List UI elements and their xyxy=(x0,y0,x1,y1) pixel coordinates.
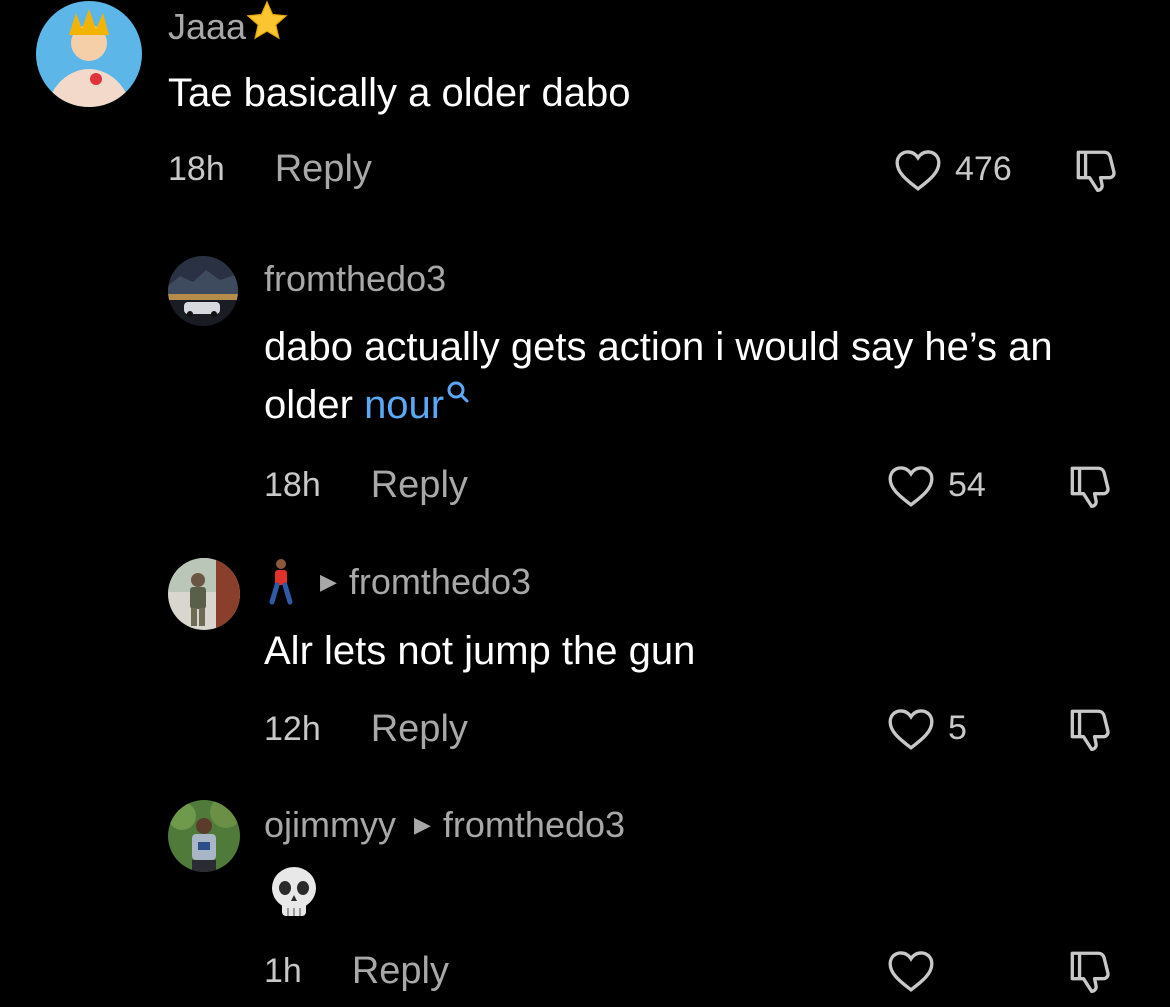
reply-to-username[interactable]: fromthedo3 xyxy=(443,804,625,846)
reply-to-username[interactable]: fromthedo3 xyxy=(349,561,531,603)
comment-timestamp: 12h xyxy=(264,710,321,748)
like-button[interactable]: 476 xyxy=(893,146,1012,192)
comment-timestamp: 18h xyxy=(168,150,225,188)
search-icon[interactable] xyxy=(446,380,470,406)
triangle-right-icon: ▶ xyxy=(414,812,431,837)
avatar[interactable] xyxy=(168,800,240,872)
avatar[interactable] xyxy=(168,558,240,630)
thumbs-down-icon[interactable] xyxy=(1064,705,1116,755)
skull-emoji-icon xyxy=(272,867,316,916)
mention-link[interactable]: nour xyxy=(364,383,444,427)
avatar-image xyxy=(168,800,240,872)
avatar-image xyxy=(168,256,238,326)
comment-text: dabo actually gets action i would say he… xyxy=(264,318,1064,434)
comment-text: Tae basically a older dabo xyxy=(168,71,631,115)
comment-text: Alr lets not jump the gun xyxy=(264,629,696,673)
avatar[interactable] xyxy=(36,1,142,107)
comment-username[interactable]: ojimmyy xyxy=(264,804,396,846)
like-button[interactable]: 54 xyxy=(886,462,986,508)
comment-username[interactable]: fromthedo3 xyxy=(264,258,446,300)
heart-outline-icon xyxy=(888,466,934,507)
star-emoji-icon xyxy=(246,0,288,40)
comment-timestamp: 1h xyxy=(264,952,302,990)
thumbs-down-icon[interactable] xyxy=(1064,947,1116,997)
thumbs-down-icon[interactable] xyxy=(1070,146,1122,196)
comment-username[interactable]: Jaaa xyxy=(168,6,246,48)
heart-outline-icon xyxy=(895,150,941,191)
avatar-image xyxy=(168,558,240,630)
reply-button[interactable]: Reply xyxy=(371,708,468,751)
reply-button[interactable]: Reply xyxy=(275,148,372,191)
reply-button[interactable]: Reply xyxy=(352,950,449,993)
like-button[interactable] xyxy=(886,947,948,993)
like-count: 476 xyxy=(955,149,1012,188)
like-button[interactable]: 5 xyxy=(886,705,967,751)
heart-outline-icon xyxy=(888,709,934,750)
walking-person-emoji-icon xyxy=(269,559,293,605)
comment-timestamp: 18h xyxy=(264,466,321,504)
avatar-image xyxy=(36,1,142,107)
like-count: 54 xyxy=(948,465,986,504)
thumbs-down-icon[interactable] xyxy=(1064,462,1116,512)
heart-outline-icon xyxy=(888,951,934,992)
triangle-right-icon: ▶ xyxy=(320,569,337,594)
avatar[interactable] xyxy=(168,256,238,326)
reply-button[interactable]: Reply xyxy=(371,464,468,507)
like-count: 5 xyxy=(948,708,967,747)
